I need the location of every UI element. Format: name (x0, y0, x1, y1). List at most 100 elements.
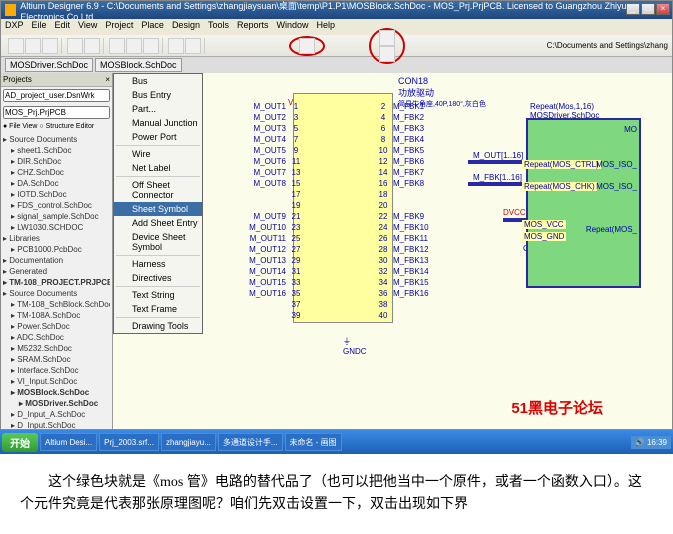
port-icon[interactable] (379, 30, 395, 46)
tree-item[interactable]: ▸ VI_Input.SchDoc (3, 376, 110, 387)
pin-right[interactable]: 24M_FBK10 (376, 223, 429, 232)
tree-item[interactable]: ▸ D_Input_A.SchDoc (3, 409, 110, 420)
port-gnd[interactable]: MOS_GND (522, 232, 566, 241)
close-button[interactable]: × (656, 3, 670, 15)
port-r3[interactable]: Repeat(MOS_ (586, 225, 637, 234)
tree-item[interactable]: ▸ DIR.SchDoc (3, 156, 110, 167)
pin-left[interactable]: M_OUT921 (244, 212, 303, 221)
tree-item[interactable]: ▸ Source Documents (3, 288, 110, 299)
menu-project[interactable]: Project (105, 20, 133, 34)
pin-left[interactable]: M_OUT59 (244, 146, 303, 155)
tree-item[interactable]: ▸ CHZ.SchDoc (3, 167, 110, 178)
menu-tools[interactable]: Tools (208, 20, 229, 34)
menu-item[interactable]: Harness (114, 257, 202, 271)
taskbar-task[interactable]: Altium Desi... (40, 433, 97, 451)
menu-item[interactable]: Directives (114, 271, 202, 285)
pin-right[interactable]: 14M_FBK7 (376, 168, 424, 177)
tree-item[interactable]: ▸ signal_sample.SchDoc (3, 211, 110, 222)
pin-right[interactable]: 20 (376, 201, 393, 210)
taskbar-task[interactable]: 多通道设计手... (218, 433, 283, 451)
sheet-symbol-block[interactable]: Repeat(Mos,1,16) MOSDriver.SchDoc Repeat… (526, 118, 641, 288)
pin-left[interactable]: 39 (244, 311, 303, 320)
menu-item[interactable]: Drawing Tools (114, 319, 202, 333)
menu-item[interactable]: Bus Entry (114, 88, 202, 102)
pin-right[interactable]: 18 (376, 190, 393, 199)
schematic-canvas[interactable]: BusBus EntryPart...Manual JunctionPower … (113, 73, 672, 429)
undo-icon[interactable] (168, 38, 184, 54)
menu-item[interactable]: Device Sheet Symbol (114, 230, 202, 254)
pin-left[interactable]: 37 (244, 300, 303, 309)
menu-design[interactable]: Design (172, 20, 200, 34)
copy-icon[interactable] (126, 38, 142, 54)
tree-item[interactable]: ▸ D_Input.SchDoc (3, 420, 110, 429)
port-ctrl[interactable]: Repeat(MOS_CTRL) (522, 160, 601, 169)
port-r2[interactable]: MOS_ISO_ (596, 182, 637, 191)
pin-left[interactable]: M_OUT47 (244, 135, 303, 144)
fileview-radio[interactable]: ● File View (3, 123, 37, 130)
pin-right[interactable]: 16M_FBK8 (376, 179, 424, 188)
menu-help[interactable]: Help (317, 20, 336, 34)
pin-left[interactable]: M_OUT11 (244, 102, 303, 111)
tree-item[interactable]: ▸ Power.SchDoc (3, 321, 110, 332)
taskbar-task[interactable]: 未命名 - 画图 (285, 433, 342, 451)
tree-item[interactable]: ▸ SRAM.SchDoc (3, 354, 110, 365)
menu-place[interactable]: Place (141, 20, 164, 34)
taskbar-task[interactable]: Prj_2003.srf... (99, 433, 159, 451)
pin-left[interactable]: M_OUT815 (244, 179, 303, 188)
menu-item[interactable]: Wire (114, 147, 202, 161)
pin-right[interactable]: 30M_FBK13 (376, 256, 429, 265)
menu-item[interactable]: Text String (114, 288, 202, 302)
taskbar-task[interactable]: zhangjiayu... (161, 433, 216, 451)
menu-item[interactable]: Part... (114, 102, 202, 116)
tree-item[interactable]: ▸ TM-108A.SchDoc (3, 310, 110, 321)
menu-item[interactable]: Sheet Symbol (114, 202, 202, 216)
pin-right[interactable]: 6M_FBK3 (376, 124, 424, 133)
pin-left[interactable]: M_OUT23 (244, 113, 303, 122)
zoom-icon[interactable] (84, 38, 100, 54)
tree-item[interactable]: ▸ LW1030.SCHDOC (3, 222, 110, 233)
sheet-symbol-icon[interactable] (299, 38, 315, 54)
pin-left[interactable]: 19 (244, 201, 303, 210)
pin-right[interactable]: 22M_FBK9 (376, 212, 424, 221)
maximize-button[interactable]: □ (641, 3, 655, 15)
tree-item[interactable]: ▸ TM-108_PROJECT.PRJPCB (3, 277, 110, 288)
pin-right[interactable]: 26M_FBK11 (376, 234, 428, 243)
print-icon[interactable] (67, 38, 83, 54)
tree-item[interactable]: ▸ Generated (3, 266, 110, 277)
menu-item[interactable]: Add Sheet Entry (114, 216, 202, 230)
port-chk[interactable]: Repeat(MOS_CHK) (522, 182, 597, 191)
tree-item[interactable]: ▸ IOTD.SchDoc (3, 189, 110, 200)
menu-dxp[interactable]: DXP (5, 20, 24, 34)
port-r0[interactable]: MO (624, 125, 637, 134)
save-icon[interactable] (42, 38, 58, 54)
address-bar[interactable]: C:\Documents and Settings\zhang (547, 41, 668, 50)
menu-eile[interactable]: Eile (32, 20, 47, 34)
pin-left[interactable]: M_OUT1023 (244, 223, 303, 232)
pin-right[interactable]: 12M_FBK6 (376, 157, 424, 166)
tree-item[interactable]: ▸ ADC.SchDoc (3, 332, 110, 343)
pin-left[interactable]: M_OUT611 (244, 157, 303, 166)
redo-icon[interactable] (185, 38, 201, 54)
pin-left[interactable]: M_OUT1635 (244, 289, 303, 298)
tree-item[interactable]: ▸ M5232.SchDoc (3, 343, 110, 354)
pin-left[interactable]: M_OUT1125 (244, 234, 303, 243)
tab-mosblock[interactable]: MOSBlock.SchDoc (95, 58, 182, 72)
pin-right[interactable]: 2M_FBK1 (376, 102, 424, 111)
tree-item[interactable]: ▸ MOSBlock.SchDoc (3, 387, 110, 398)
menu-view[interactable]: View (78, 20, 97, 34)
workspace-dropdown[interactable] (3, 89, 110, 102)
pin-left[interactable]: M_OUT35 (244, 124, 303, 133)
tree-item[interactable]: ▸ FDS_control.SchDoc (3, 200, 110, 211)
open-icon[interactable] (25, 38, 41, 54)
tree-item[interactable]: ▸ Source Documents (3, 134, 110, 145)
tree-item[interactable]: ▸ sheet1.SchDoc (3, 145, 110, 156)
pin-left[interactable]: 17 (244, 190, 303, 199)
pin-left[interactable]: M_OUT713 (244, 168, 303, 177)
tree-item[interactable]: ▸ Interface.SchDoc (3, 365, 110, 376)
pin-right[interactable]: 10M_FBK5 (376, 146, 424, 155)
pin-left[interactable]: M_OUT1329 (244, 256, 303, 265)
pin-right[interactable]: 34M_FBK15 (376, 278, 429, 287)
net-icon[interactable] (379, 46, 395, 62)
tree-item[interactable]: ▸ Libraries (3, 233, 110, 244)
menu-edit[interactable]: Edit (55, 20, 71, 34)
